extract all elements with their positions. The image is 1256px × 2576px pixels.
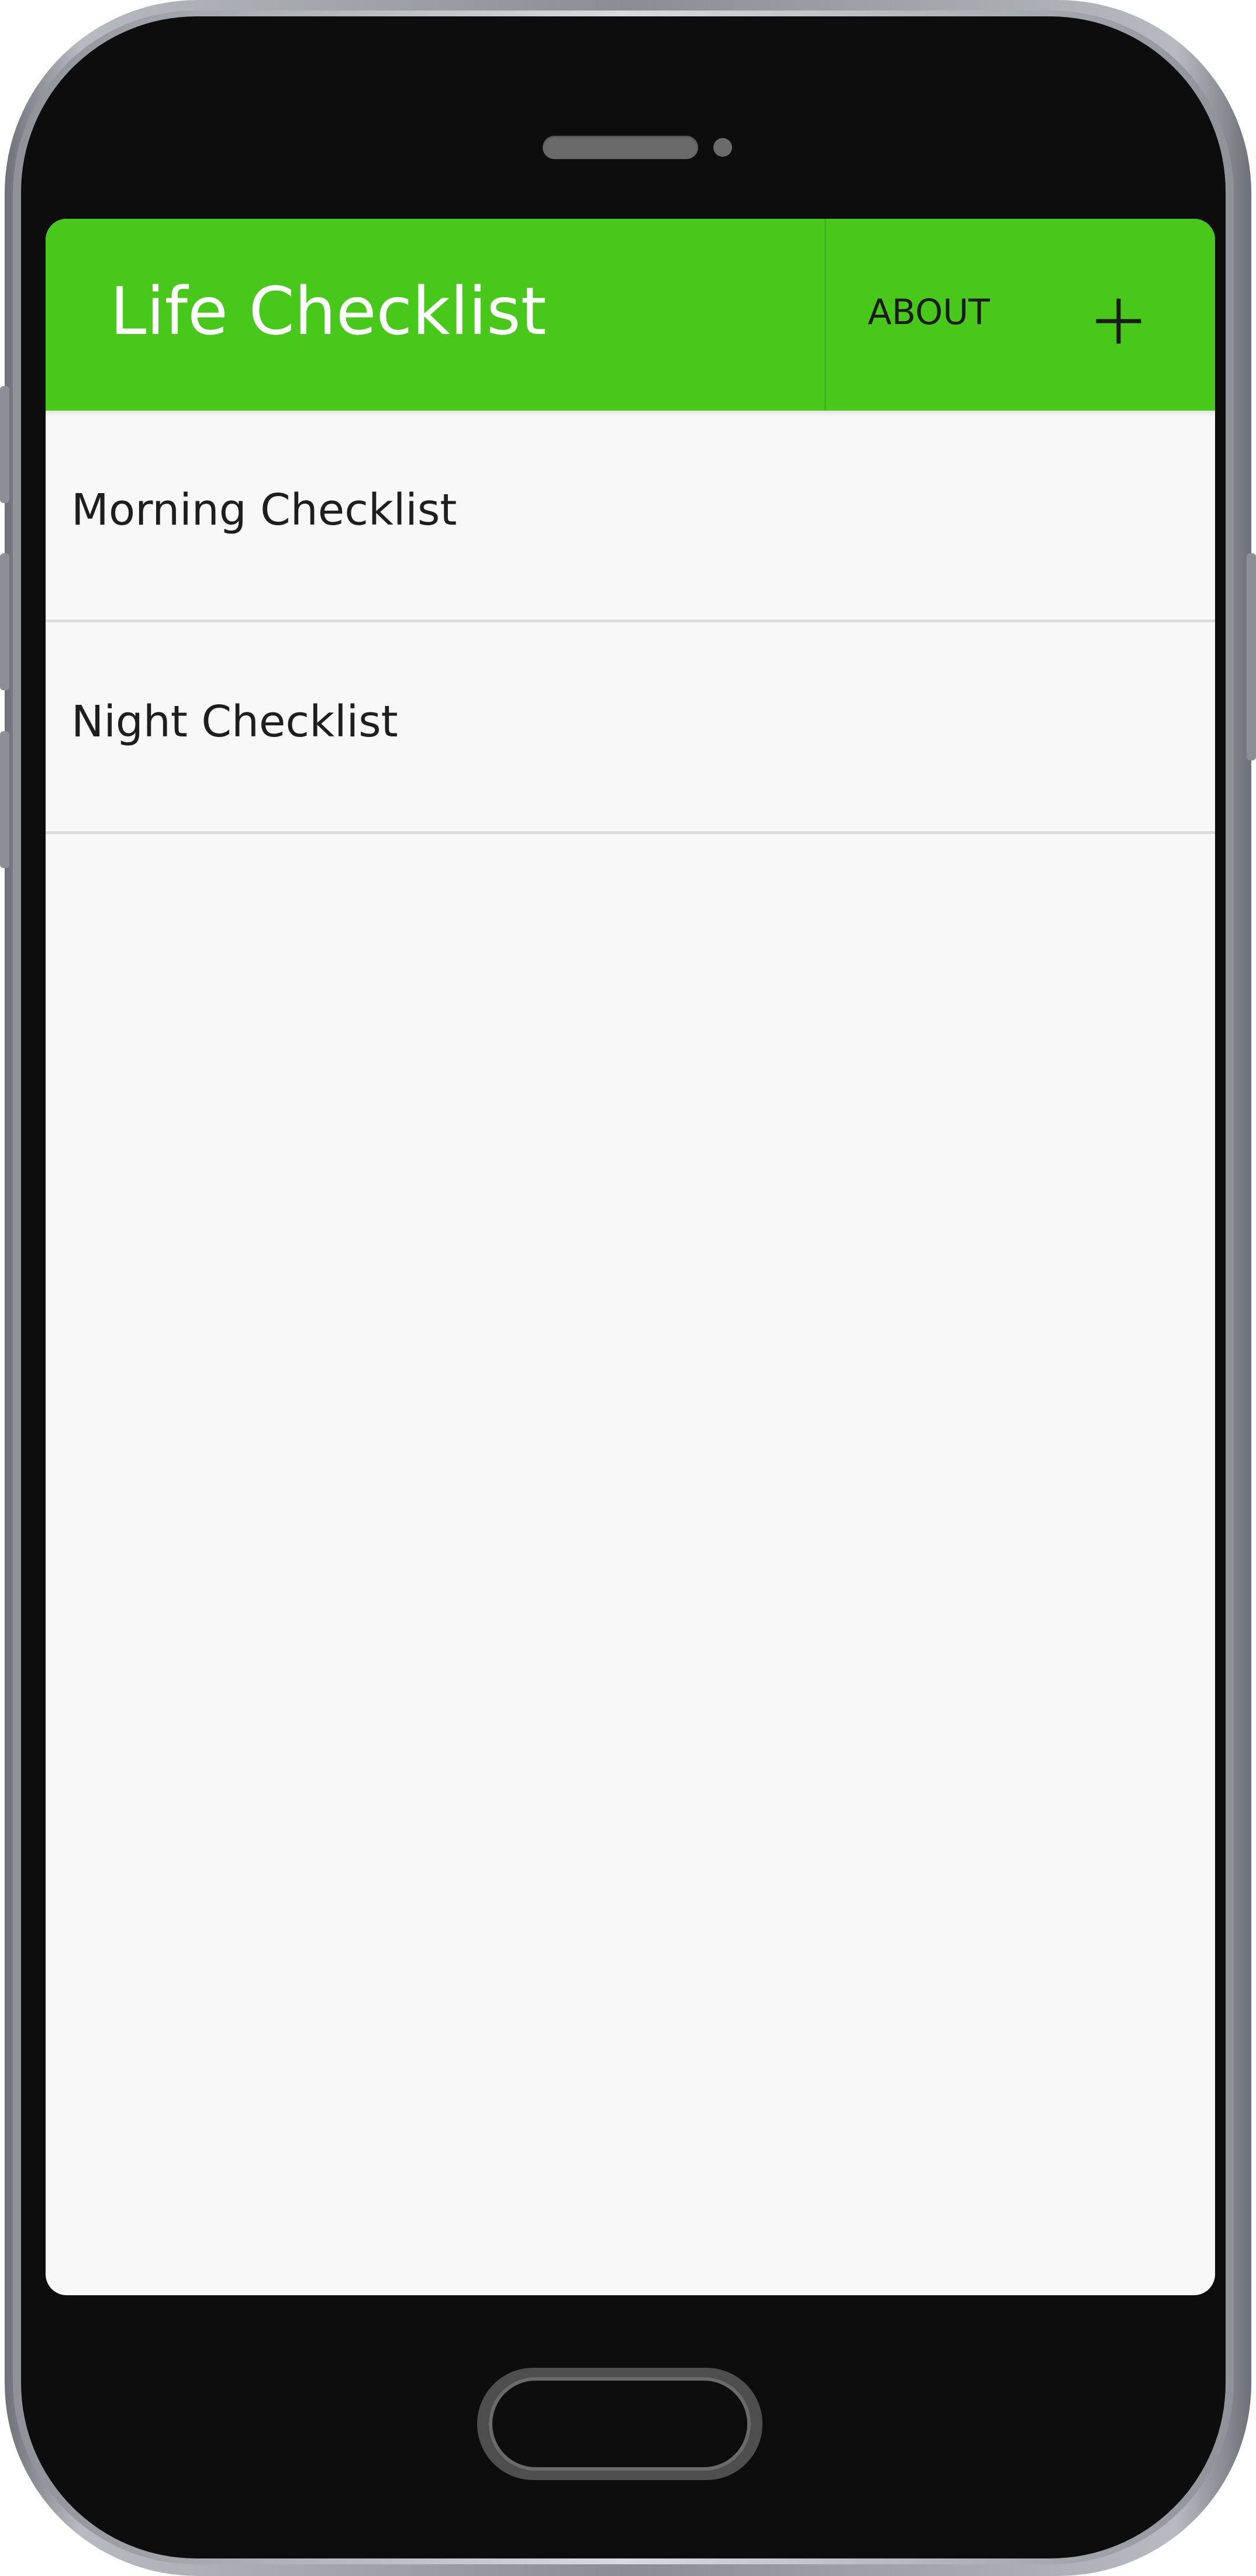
checklist-list: Morning Checklist Night Checklist (46, 411, 1215, 834)
front-camera (713, 138, 732, 157)
phone-side-button-volume-up (0, 553, 9, 690)
home-button[interactable] (477, 2368, 762, 2480)
plus-icon (1096, 298, 1141, 344)
list-item-night-checklist[interactable]: Night Checklist (46, 622, 1215, 834)
add-checklist-button[interactable] (1081, 283, 1157, 359)
app-bar: Life Checklist ABOUT (46, 219, 1215, 411)
phone-side-button-volume-down (0, 731, 9, 868)
about-button[interactable]: ABOUT (868, 291, 990, 333)
phone-side-button-mute (0, 386, 9, 503)
app-screen: Life Checklist ABOUT Morning Checklist N… (46, 219, 1215, 2295)
home-button-face (489, 2377, 751, 2471)
list-item-label: Morning Checklist (71, 485, 457, 535)
phone-side-button-power (1247, 553, 1256, 760)
app-title: Life Checklist (110, 274, 547, 350)
earpiece-speaker (543, 136, 698, 159)
list-item-morning-checklist[interactable]: Morning Checklist (46, 411, 1215, 622)
list-item-label: Night Checklist (71, 697, 398, 747)
